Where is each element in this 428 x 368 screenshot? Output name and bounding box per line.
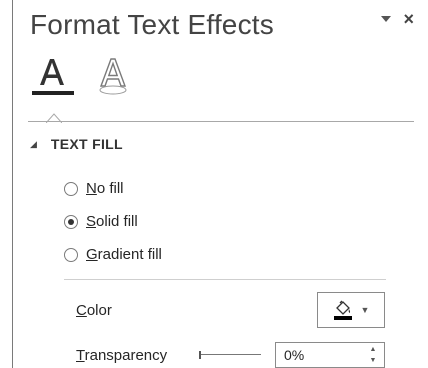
paint-bucket-icon	[333, 300, 352, 320]
options-divider	[64, 279, 386, 280]
collapse-caret-icon: ◢	[30, 138, 37, 149]
close-icon[interactable]: ×	[403, 10, 414, 28]
solid-fill-label: Solid fill	[86, 213, 138, 230]
radio-button[interactable]	[64, 181, 78, 196]
transparency-value[interactable]: 0%	[284, 347, 354, 363]
pane-controls: ×	[379, 10, 414, 28]
tab-text-effects[interactable]	[96, 56, 130, 100]
radio-button[interactable]	[64, 247, 78, 262]
no-fill-label: No fill	[86, 180, 124, 197]
text-fill-section-header[interactable]: ◢ TEXT FILL	[30, 136, 123, 152]
chevron-down-icon: ▼	[360, 305, 370, 315]
slider-track	[199, 354, 261, 355]
fill-color-button[interactable]: ▼	[317, 292, 385, 328]
tab-divider	[28, 121, 414, 122]
spin-up-icon[interactable]: ▲	[368, 345, 378, 355]
gradient-fill-radio[interactable]: Gradient fill	[64, 246, 162, 263]
solid-fill-radio[interactable]: Solid fill	[64, 213, 138, 230]
pane-left-border	[12, 0, 13, 368]
tab-text-fill-outline[interactable]	[32, 55, 74, 101]
gradient-fill-label: Gradient fill	[86, 246, 162, 263]
section-title: TEXT FILL	[50, 136, 123, 152]
transparency-spinner[interactable]: 0% ▲ ▼	[275, 342, 385, 368]
text-effects-icon	[99, 58, 127, 95]
spin-down-icon[interactable]: ▼	[368, 356, 378, 366]
chevron-down-icon[interactable]	[379, 12, 393, 26]
transparency-slider[interactable]	[199, 351, 261, 359]
radio-button-checked[interactable]	[64, 214, 78, 229]
no-fill-radio[interactable]: No fill	[64, 180, 124, 197]
color-label: Color	[76, 302, 112, 319]
text-fill-icon	[32, 59, 74, 95]
slider-thumb[interactable]	[199, 351, 201, 359]
transparency-label: Transparency	[76, 347, 168, 364]
pane-title: Format Text Effects	[30, 9, 274, 40]
